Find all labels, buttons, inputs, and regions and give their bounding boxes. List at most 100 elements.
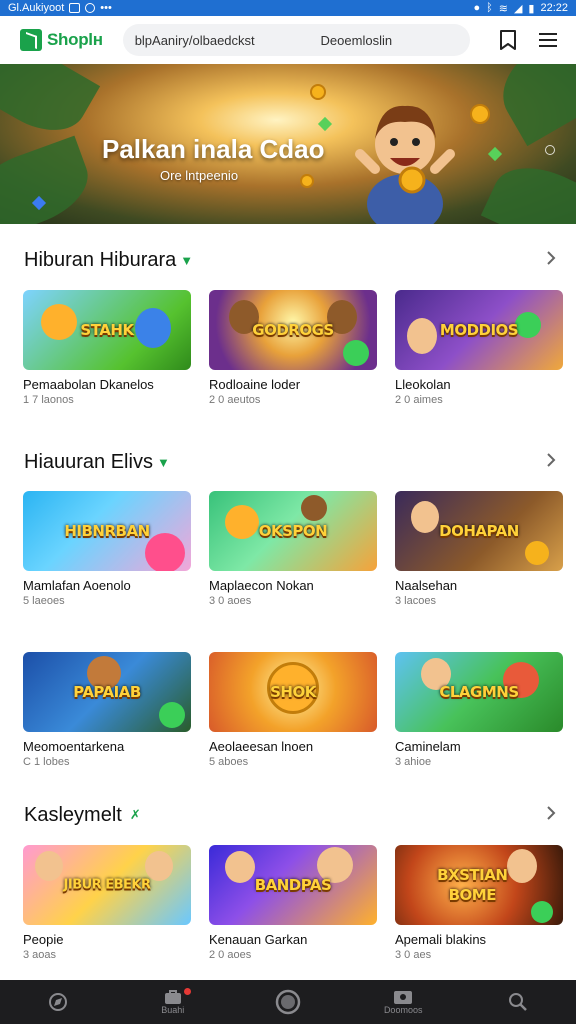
chevron-down-icon[interactable]: ▼ (180, 253, 193, 268)
nav-store[interactable]: Doomoos (346, 980, 461, 1024)
carousel-indicator[interactable] (545, 145, 555, 155)
thumbnail-title: JIBUR EBEKR (63, 877, 151, 893)
palm-leaf-decoration (487, 64, 576, 147)
gem-decoration (317, 116, 333, 132)
palm-leaf-decoration (0, 64, 101, 147)
chevron-right-icon (547, 452, 556, 467)
game-card[interactable]: GODROGS Rodloaine loder 2 0 aeutos (209, 290, 377, 406)
section-header[interactable]: Hiauuran Elivs ▼ (24, 449, 556, 475)
coin-decoration (470, 104, 490, 124)
game-meta: 3 0 aoes (209, 595, 252, 607)
game-thumbnail: STAHK (23, 290, 191, 370)
section-header[interactable]: Hiburan Hiburara ▼ (24, 247, 556, 273)
search-query: blpAaniry/olbaedckst (134, 32, 255, 48)
chevron-right-icon (547, 250, 556, 265)
game-card[interactable]: MODDIOS Lleokolan 2 0 aimes (395, 290, 563, 406)
game-name: Apemali blakins (395, 932, 487, 947)
chevron-down-icon[interactable]: ▼ (157, 455, 170, 470)
bluetooth-icon: ᛒ (486, 2, 493, 14)
hero-subtitle: Ore lntpeenio (160, 168, 239, 183)
game-thumbnail: BANDPAS (209, 845, 377, 925)
bookmark-icon (500, 30, 517, 50)
game-card[interactable]: BXSTIAN BOME Apemali blakins 3 0 aes (395, 845, 563, 961)
character-shape (41, 304, 77, 340)
game-thumbnail: DOHAPAN (395, 491, 563, 571)
nav-label: Buahi (161, 1005, 185, 1015)
notification-badge (184, 988, 192, 995)
coin-decoration (310, 84, 326, 100)
game-card[interactable]: STAHK Pemaabolan Dkanelos 1 7 laonos (23, 290, 191, 406)
wifi-icon: ≋ (498, 2, 508, 15)
game-card[interactable]: DOHAPAN Naalsehan 3 lacoes (395, 491, 563, 607)
game-name: Meomoentarkena (23, 739, 125, 754)
home-circle-icon (275, 989, 301, 1015)
palm-leaf-decoration (0, 135, 99, 224)
status-text: Gl.Aukiyoot (8, 2, 65, 14)
game-card[interactable]: BANDPAS Kenauan Garkan 2 0 aoes (209, 845, 377, 961)
game-card[interactable]: SHOK Aeolaeesan lnoen 5 aboes (209, 652, 377, 768)
search-icon (509, 993, 528, 1011)
app-header: Shoplн blpAaniry/olbaedckst Deoemloslin (0, 16, 576, 64)
thumbnail-title: SHOK (270, 683, 316, 701)
app-logo[interactable]: Shoplн (20, 29, 103, 51)
status-bar: Gl.Aukiyoot ••• ● ᛒ ≋ ◢ ▮ 22:22 (0, 0, 576, 16)
see-more-button[interactable] (546, 250, 556, 271)
coin-shape (525, 541, 549, 565)
game-card[interactable]: JIBUR EBEKR Peopie 3 aoas (23, 845, 191, 961)
search-bar[interactable]: blpAaniry/olbaedckst Deoemloslin (122, 24, 471, 56)
logo-icon (20, 29, 42, 51)
see-more-button[interactable] (546, 452, 556, 473)
bag-icon (164, 990, 181, 1004)
hero-banner[interactable]: Palkan inala Cdao Ore lntpeenio (0, 64, 576, 224)
section-header[interactable]: Kasleymelt ✗ (24, 802, 556, 828)
game-thumbnail: MODDIOS (395, 290, 563, 370)
game-name: Peopie (23, 932, 64, 947)
game-meta: 2 0 aoes (209, 949, 252, 961)
location-icon: ● (473, 2, 481, 14)
game-card[interactable]: OKSPON Maplaecon Nokan 3 0 aoes (209, 491, 377, 607)
game-card[interactable]: PAPAIAB Meomoentarkena C 1 lobes (23, 652, 191, 768)
store-icon (394, 991, 413, 1004)
game-thumbnail: BXSTIAN BOME (395, 845, 563, 925)
bookmark-button[interactable] (494, 26, 522, 54)
game-thumbnail: HIBNRBAN (23, 491, 191, 571)
thumbnail-title: PAPAIAB (73, 683, 141, 701)
thumbnail-title: STAHK (80, 321, 134, 339)
notification-icon (69, 3, 81, 13)
game-meta: 1 7 laonos (23, 394, 74, 406)
nav-home[interactable] (230, 980, 345, 1024)
nav-label: Doomoos (383, 1005, 423, 1015)
see-more-button[interactable] (546, 805, 556, 826)
game-card[interactable]: CLAGMNS Caminelam 3 ahioe (395, 652, 563, 768)
game-name: Rodloaine loder (209, 377, 301, 392)
bottom-navigation: Buahi Doomoos (0, 980, 576, 1024)
chevron-right-icon (547, 805, 556, 820)
nav-bag[interactable]: Buahi (115, 980, 230, 1024)
game-meta: 2 0 aeutos (209, 394, 261, 406)
game-meta: 2 0 aimes (395, 394, 443, 406)
character-shape (145, 851, 173, 881)
character-shape (515, 312, 541, 338)
game-name: Mamlafan Aoenolo (23, 578, 131, 593)
chevron-down-icon[interactable]: ✗ (130, 807, 141, 823)
thumbnail-title: HIBNRBAN (64, 522, 150, 540)
nav-explore[interactable] (0, 980, 115, 1024)
game-meta: 5 laeoes (23, 595, 65, 607)
nav-search[interactable] (461, 980, 576, 1024)
game-card[interactable]: HIBNRBAN Mamlafan Aoenolo 5 laeoes (23, 491, 191, 607)
character-shape (225, 505, 259, 539)
sync-icon (85, 3, 96, 13)
game-thumbnail: SHOK (209, 652, 377, 732)
menu-button[interactable] (534, 26, 562, 54)
orb-shape (159, 702, 185, 728)
section-title: Hiburan Hiburara (24, 248, 177, 271)
character-shape (411, 501, 439, 533)
game-thumbnail: OKSPON (209, 491, 377, 571)
menu-icon (539, 33, 558, 47)
battery-icon: ▮ (528, 2, 535, 15)
gem-decoration (487, 146, 503, 162)
game-name: Caminelam (395, 739, 461, 754)
coin-decoration (300, 174, 314, 188)
game-meta: 3 ahioe (395, 756, 432, 768)
game-thumbnail: JIBUR EBEKR (23, 845, 191, 925)
